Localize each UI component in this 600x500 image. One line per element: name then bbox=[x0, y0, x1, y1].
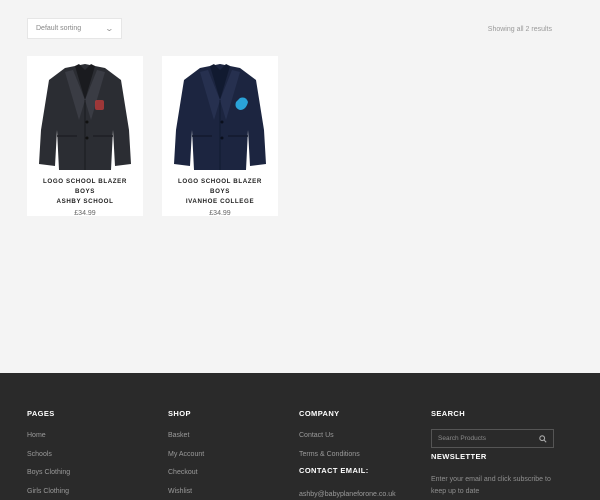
footer-company-title: COMPANY bbox=[299, 409, 340, 418]
product-title[interactable]: LOGO SCHOOL BLAZER BOYS ASHBY SCHOOL bbox=[27, 177, 143, 207]
sorting-select-value: Default sorting bbox=[36, 25, 82, 32]
blazer-image bbox=[174, 64, 266, 170]
product-title[interactable]: LOGO SCHOOL BLAZER BOYS IVANHOE COLLEGE bbox=[162, 177, 278, 207]
contact-email-link[interactable]: ashby@babyplaneforone.co.uk bbox=[299, 491, 396, 498]
footer-link-home[interactable]: Home bbox=[27, 431, 70, 450]
search-input[interactable] bbox=[438, 435, 533, 442]
footer-link-checkout[interactable]: Checkout bbox=[168, 468, 204, 487]
newsletter-title: NEWSLETTER bbox=[431, 452, 487, 461]
footer-pages-column: PAGES Home Schools Boys Clothing Girls C… bbox=[27, 409, 70, 500]
sorting-select[interactable]: Default sorting ⌄ bbox=[27, 18, 122, 39]
footer-company-column: COMPANY Contact Us Terms & Conditions bbox=[299, 409, 360, 468]
footer-link-my-account[interactable]: My Account bbox=[168, 450, 204, 469]
footer-shop-title: SHOP bbox=[168, 409, 191, 418]
footer-search-title: SEARCH bbox=[431, 409, 466, 418]
product-image[interactable] bbox=[162, 56, 278, 172]
newsletter-text: Enter your email and click subscribe to … bbox=[431, 476, 551, 495]
footer-pages-title: PAGES bbox=[27, 409, 55, 418]
product-card[interactable]: LOGO SCHOOL BLAZER BOYS ASHBY SCHOOL £34… bbox=[27, 56, 143, 217]
product-title-line2: IVANHOE COLLEGE bbox=[185, 198, 255, 205]
chevron-down-icon: ⌄ bbox=[104, 23, 115, 33]
product-title-line1: LOGO SCHOOL BLAZER BOYS bbox=[178, 178, 262, 195]
footer-search-box[interactable] bbox=[431, 429, 554, 448]
contact-email-title: CONTACT EMAIL: bbox=[299, 466, 369, 475]
blazer-image bbox=[39, 64, 131, 170]
footer-link-boys-clothing[interactable]: Boys Clothing bbox=[27, 468, 70, 487]
footer-link-basket[interactable]: Basket bbox=[168, 431, 204, 450]
footer-link-schools[interactable]: Schools bbox=[27, 450, 70, 469]
footer-link-girls-clothing[interactable]: Girls Clothing bbox=[27, 487, 70, 500]
footer-link-wishlist[interactable]: Wishlist bbox=[168, 487, 204, 500]
product-title-line1: LOGO SCHOOL BLAZER BOYS bbox=[43, 178, 127, 195]
footer-link-contact-us[interactable]: Contact Us bbox=[299, 431, 360, 450]
footer-shop-column: SHOP Basket My Account Checkout Wishlist bbox=[168, 409, 204, 500]
product-image[interactable] bbox=[27, 56, 143, 172]
shop-main: Default sorting ⌄ Showing all 2 results … bbox=[0, 0, 600, 373]
product-card[interactable]: LOGO SCHOOL BLAZER BOYS IVANHOE COLLEGE … bbox=[162, 56, 278, 217]
search-icon[interactable] bbox=[539, 434, 547, 443]
footer-search-column: SEARCH bbox=[431, 409, 465, 418]
product-price: £34.99 bbox=[209, 210, 231, 217]
product-price: £34.99 bbox=[74, 210, 96, 217]
result-count: Showing all 2 results bbox=[487, 26, 552, 33]
product-title-line2: ASHBY SCHOOL bbox=[56, 198, 114, 205]
